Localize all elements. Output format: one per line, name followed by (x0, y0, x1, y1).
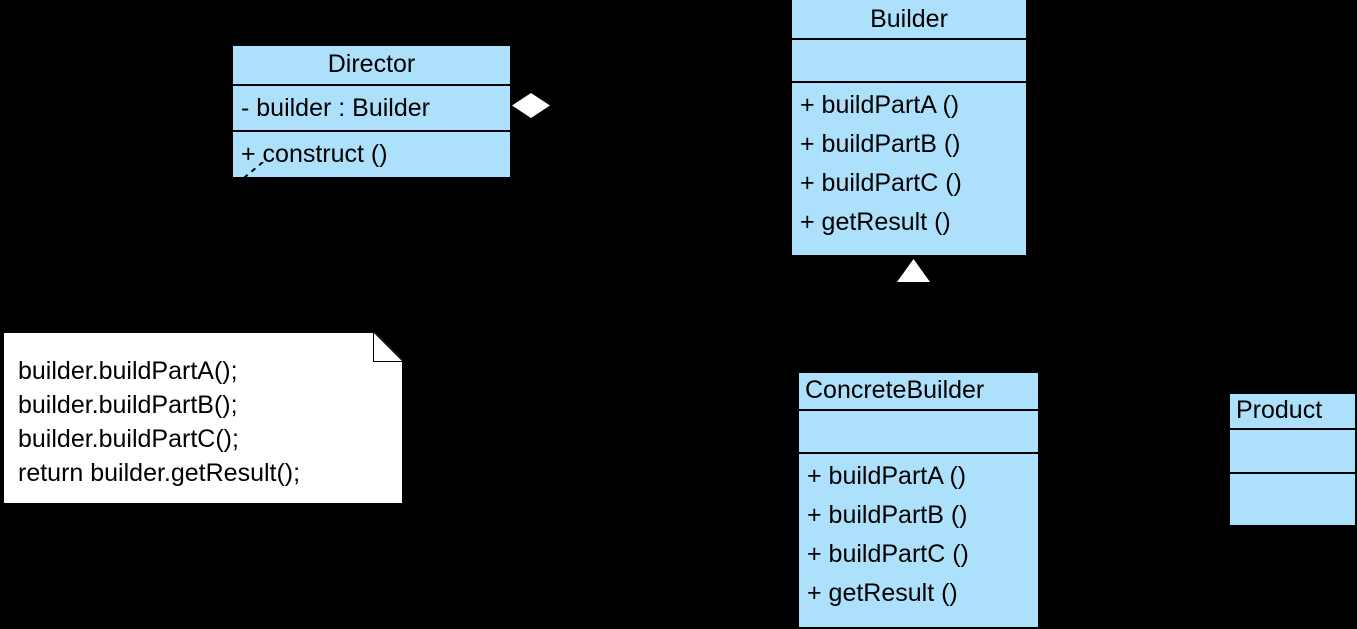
empty-attributes-compartment (800, 44, 1018, 77)
note-code-line: builder.buildPartC(); (18, 425, 239, 453)
uml-class-product[interactable]: Product (1228, 392, 1357, 527)
class-title-concretebuilder: ConcreteBuilder (799, 373, 1038, 411)
class-attributes-builder (792, 40, 1026, 83)
empty-attributes-compartment (1238, 434, 1347, 468)
uml-class-director[interactable]: Director - builder : Builder + construct… (231, 44, 512, 179)
operation-row: + buildPartB () (800, 130, 961, 158)
class-operations-product (1230, 474, 1355, 525)
uml-class-concretebuilder[interactable]: ConcreteBuilder + buildPartA () + buildP… (797, 371, 1040, 629)
operation-row: + construct () (241, 140, 388, 168)
note-code-line: return builder.getResult(); (18, 459, 301, 487)
uml-class-builder[interactable]: Builder + buildPartA () + buildPartB () … (790, 0, 1028, 257)
class-operations-builder: + buildPartA () + buildPartB () + buildP… (792, 83, 1026, 255)
operation-row: + buildPartA () (800, 91, 960, 119)
operation-row: + buildPartB () (807, 501, 968, 529)
class-operations-concretebuilder: + buildPartA () + buildPartB () + buildP… (799, 454, 1038, 627)
class-attributes-director: - builder : Builder (233, 86, 510, 132)
class-attributes-product (1230, 430, 1355, 474)
note-code-line: builder.buildPartB(); (18, 391, 238, 419)
operation-row: + buildPartA () (807, 462, 967, 490)
aggregation-diamond-icon (512, 93, 550, 118)
class-title-director: Director (233, 46, 510, 86)
note-body: builder.buildPartA(); builder.buildPartB… (4, 333, 402, 490)
operation-row: + buildPartC () (800, 169, 962, 197)
operation-row: + getResult () (807, 579, 958, 607)
hollow-triangle-shape (897, 259, 930, 282)
class-attributes-concretebuilder (799, 411, 1038, 454)
generalization-triangle-icon (897, 259, 930, 282)
class-operations-director: + construct () (233, 132, 510, 177)
uml-diagram-canvas: Director - builder : Builder + construct… (0, 0, 1357, 629)
attribute-row: - builder : Builder (241, 94, 430, 122)
class-title-builder: Builder (792, 0, 1026, 40)
uml-note-code[interactable]: builder.buildPartA(); builder.buildPartB… (3, 332, 403, 504)
class-title-product: Product (1230, 394, 1355, 430)
hollow-diamond-shape (512, 93, 550, 118)
operation-row: + buildPartC () (807, 540, 969, 568)
operation-row: + getResult () (800, 208, 951, 236)
empty-operations-compartment (1230, 474, 1355, 525)
note-code-line: builder.buildPartA(); (18, 357, 238, 385)
empty-attributes-compartment (807, 415, 1030, 448)
